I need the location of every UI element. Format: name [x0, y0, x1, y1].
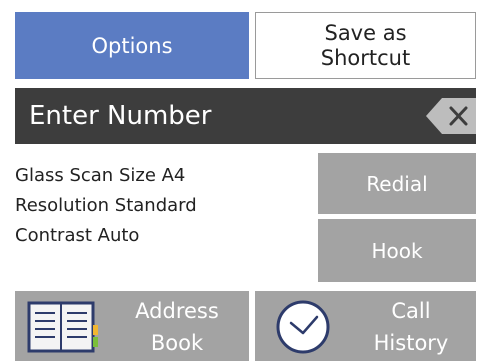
hook-button[interactable]: Hook	[318, 219, 476, 282]
clock-icon	[276, 300, 330, 354]
options-button[interactable]: Options	[15, 12, 249, 79]
shortcut-label-line1: Save as	[324, 20, 407, 45]
hook-label: Hook	[371, 238, 423, 263]
address-book-label-line1: Address	[135, 299, 219, 323]
shortcut-label-line2: Shortcut	[320, 45, 411, 70]
contrast-setting: Contrast Auto	[15, 225, 140, 246]
call-history-label: Call History	[347, 295, 475, 359]
address-book-button[interactable]: Address Book	[15, 291, 249, 361]
call-history-button[interactable]: Call History	[255, 291, 476, 361]
options-label: Options	[91, 33, 173, 58]
resolution-setting: Resolution Standard	[15, 195, 197, 216]
address-book-label: Address Book	[107, 295, 247, 359]
redial-button[interactable]: Redial	[318, 153, 476, 214]
redial-label: Redial	[366, 171, 428, 196]
enter-number-placeholder: Enter Number	[29, 101, 212, 131]
glass-scan-size-setting: Glass Scan Size A4	[15, 165, 186, 186]
address-book-label-line2: Book	[150, 331, 204, 355]
address-book-icon	[27, 301, 98, 353]
call-history-label-line2: History	[373, 331, 449, 355]
save-as-shortcut-button[interactable]: Save as Shortcut	[255, 12, 476, 79]
backspace-x-icon[interactable]	[424, 96, 476, 136]
call-history-label-line1: Call	[391, 299, 431, 323]
fax-screen: Options Save as Shortcut Enter Number Gl…	[0, 0, 490, 361]
fax-settings-summary: Glass Scan Size A4 Resolution Standard C…	[15, 161, 310, 251]
enter-number-field[interactable]: Enter Number	[15, 88, 476, 144]
